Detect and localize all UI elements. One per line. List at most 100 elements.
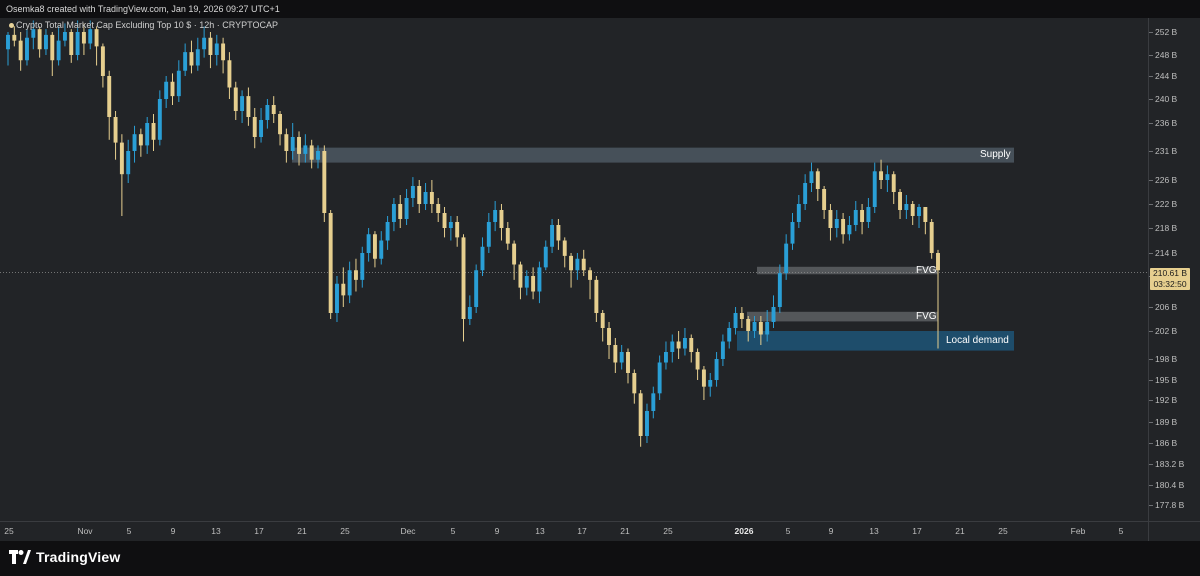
chart-pane[interactable]: Crypto Total Market Cap Excluding Top 10… [0,18,1148,521]
candle[interactable] [720,334,725,367]
candle[interactable] [885,165,890,193]
candle[interactable] [809,162,814,192]
candle[interactable] [126,139,131,183]
candle[interactable] [733,307,738,335]
candle[interactable] [929,219,934,259]
candle[interactable] [423,183,428,210]
candle[interactable] [18,32,23,71]
candle[interactable] [157,90,162,146]
candle[interactable] [328,210,333,319]
candle[interactable] [493,201,498,232]
candle[interactable] [739,307,744,328]
candle[interactable] [594,276,599,322]
candle[interactable] [575,253,580,280]
candle[interactable] [379,231,384,265]
candle[interactable] [467,295,472,325]
candle[interactable] [512,240,517,280]
candle[interactable] [784,234,789,280]
candle[interactable] [119,134,124,216]
candle[interactable] [372,231,377,268]
candle[interactable] [524,270,529,296]
candle[interactable] [689,334,694,363]
candle[interactable] [626,348,630,384]
candle[interactable] [132,125,137,163]
symbol-legend[interactable]: Crypto Total Market Cap Excluding Top 10… [9,20,278,30]
candle[interactable] [37,26,42,58]
candle[interactable] [651,386,656,419]
candle[interactable] [663,341,668,370]
candle[interactable] [556,219,561,250]
candle[interactable] [860,204,865,235]
candle[interactable] [461,234,466,342]
candle[interactable] [708,373,713,397]
candle[interactable] [170,73,175,105]
candle[interactable] [56,26,61,66]
candle[interactable] [518,261,523,300]
candle[interactable] [872,162,877,213]
candle[interactable] [569,253,574,288]
candle[interactable] [657,355,662,401]
candle[interactable] [195,37,200,71]
candle[interactable] [695,348,700,381]
fvg-zone-upper[interactable] [757,266,938,275]
candle[interactable] [727,322,732,349]
candlestick-chart[interactable] [0,18,1148,521]
candle[interactable] [183,43,188,77]
candle[interactable] [815,168,820,201]
candle[interactable] [676,331,681,359]
candle[interactable] [550,219,555,253]
candle[interactable] [208,32,213,69]
candle[interactable] [879,159,884,189]
candle[interactable] [100,43,105,88]
candle[interactable] [417,180,422,213]
candle[interactable] [353,258,358,292]
candle[interactable] [347,261,352,304]
candle[interactable] [25,29,29,66]
candle[interactable] [917,204,921,228]
candle[interactable] [505,222,510,250]
candle[interactable] [227,52,232,99]
candle[interactable] [588,267,593,300]
candle[interactable] [398,195,403,228]
candle[interactable] [834,210,839,238]
candle[interactable] [94,26,99,66]
candle[interactable] [455,216,460,247]
candle[interactable] [259,108,264,143]
candle[interactable] [613,338,618,373]
candle[interactable] [366,228,371,262]
candle[interactable] [151,114,156,151]
candle[interactable] [278,111,283,146]
candle[interactable] [581,249,586,276]
candle[interactable] [828,204,833,241]
candle[interactable] [923,207,928,235]
candle[interactable] [474,264,479,314]
candle[interactable] [410,177,415,207]
candle[interactable] [670,334,675,363]
candle[interactable] [284,128,289,163]
candle[interactable] [803,174,808,210]
candle[interactable] [404,189,409,225]
candle[interactable] [448,216,453,241]
candle[interactable] [271,96,276,123]
candle[interactable] [436,198,441,222]
candle[interactable] [607,322,611,359]
candle[interactable] [202,26,207,58]
fvg-zone-lower[interactable] [747,311,938,322]
candle[interactable] [246,87,251,126]
candle[interactable] [645,403,649,443]
candle[interactable] [429,180,434,213]
candle[interactable] [866,198,871,228]
candle[interactable] [891,171,896,204]
candle[interactable] [113,111,118,160]
candle[interactable] [790,213,795,250]
candle[interactable] [240,90,245,123]
candle[interactable] [822,186,827,219]
candle[interactable] [796,195,801,228]
candle[interactable] [562,237,567,268]
axis-corner[interactable] [1148,521,1200,542]
candle[interactable] [138,128,143,157]
supply-zone[interactable] [292,147,1014,163]
candle[interactable] [43,29,48,55]
candle[interactable] [107,70,112,140]
candle[interactable] [50,32,55,76]
